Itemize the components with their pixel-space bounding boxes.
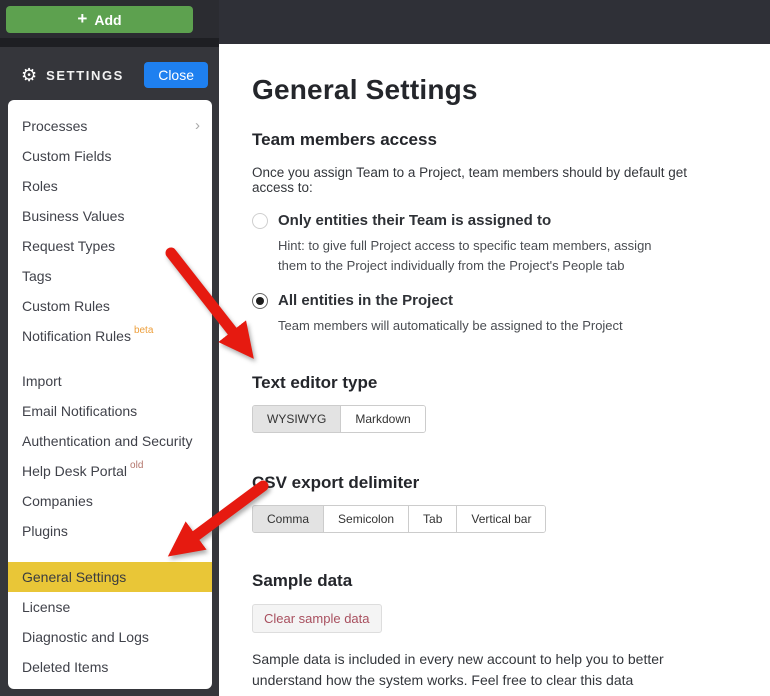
sidebar-item-import[interactable]: Import (8, 366, 212, 396)
radio-option-team-entities[interactable]: Only entities their Team is assigned to (252, 212, 730, 229)
menu-group-gap (8, 351, 212, 366)
page-title: General Settings (252, 74, 478, 105)
csv-delimiter-segmented-control: Comma Semicolon Tab Vertical bar (252, 504, 547, 533)
radio-button-selected[interactable] (252, 293, 268, 309)
team-access-heading: Team members access (252, 130, 437, 149)
segment-tab[interactable]: Tab (408, 505, 457, 532)
menu-group-gap (8, 546, 212, 562)
sidebar-item-notification-rules[interactable]: Notification Rules beta (8, 321, 212, 351)
radio-option-all-entities[interactable]: All entities in the Project (252, 292, 730, 309)
settings-menu-panel: Processes › Custom Fields Roles Business… (8, 100, 212, 689)
general-settings-page: General Settings Team members access Onc… (219, 44, 770, 696)
segment-wysiwyg[interactable]: WYSIWYG (253, 405, 341, 432)
sidebar-item-custom-fields[interactable]: Custom Fields (8, 141, 212, 171)
top-bar (219, 0, 770, 44)
beta-badge: beta (133, 325, 154, 336)
settings-header: ⚙ SETTINGS Close (0, 60, 219, 90)
sidebar-item-deleted-items[interactable]: Deleted Items (8, 652, 212, 682)
plus-icon: + (77, 9, 88, 28)
app-root: + Add ⚙ SETTINGS Close Processes › Custo… (0, 0, 770, 696)
sample-data-description: Sample data is included in every new acc… (252, 650, 664, 696)
chevron-right-icon: › (195, 117, 200, 134)
sidebar-item-roles[interactable]: Roles (8, 171, 212, 201)
add-button[interactable]: + Add (6, 6, 193, 33)
old-badge: old (130, 460, 144, 471)
team-access-intro: Once you assign Team to a Project, team … (252, 165, 687, 195)
sidebar-item-custom-rules[interactable]: Custom Rules (8, 291, 212, 321)
sidebar-item-processes[interactable]: Processes › (8, 111, 212, 141)
radio-option-hint: Team members will automatically be assig… (278, 318, 623, 333)
sidebar-item-diagnostic-logs[interactable]: Diagnostic and Logs (8, 622, 212, 652)
sidebar-item-email-notifications[interactable]: Email Notifications (8, 396, 212, 426)
segment-comma[interactable]: Comma (253, 505, 324, 532)
add-button-label: Add (94, 11, 122, 28)
main-content: General Settings Team members access Onc… (219, 0, 770, 696)
toolbar-divider (0, 38, 219, 47)
segment-vertical-bar[interactable]: Vertical bar (456, 505, 546, 532)
sidebar-item-plugins[interactable]: Plugins (8, 516, 212, 546)
settings-title: SETTINGS (46, 67, 124, 83)
sidebar-item-business-values[interactable]: Business Values (8, 201, 212, 231)
sidebar-item-companies[interactable]: Companies (8, 486, 212, 516)
sidebar-item-authentication-security[interactable]: Authentication and Security (8, 426, 212, 456)
clear-sample-data-button[interactable]: Clear sample data (252, 603, 382, 633)
text-editor-segmented-control: WYSIWYG Markdown (252, 404, 426, 433)
gear-icon: ⚙ (21, 65, 38, 85)
sidebar-item-help-desk-portal[interactable]: Help Desk Portal old (8, 456, 212, 486)
csv-delimiter-heading: CSV export delimiter (252, 472, 420, 492)
text-editor-heading: Text editor type (252, 372, 378, 392)
settings-sidebar: + Add ⚙ SETTINGS Close Processes › Custo… (0, 0, 219, 696)
close-button[interactable]: Close (144, 62, 208, 88)
radio-button-unselected[interactable] (252, 213, 268, 229)
sidebar-item-general-settings[interactable]: General Settings (8, 562, 212, 592)
sidebar-item-license[interactable]: License (8, 592, 212, 622)
sample-data-heading: Sample data (252, 570, 353, 590)
sidebar-item-tags[interactable]: Tags (8, 261, 212, 291)
segment-markdown[interactable]: Markdown (340, 405, 425, 432)
sidebar-item-request-types[interactable]: Request Types (8, 231, 212, 261)
segment-semicolon[interactable]: Semicolon (323, 505, 409, 532)
radio-option-hint: Hint: to give full Project access to spe… (278, 238, 652, 273)
